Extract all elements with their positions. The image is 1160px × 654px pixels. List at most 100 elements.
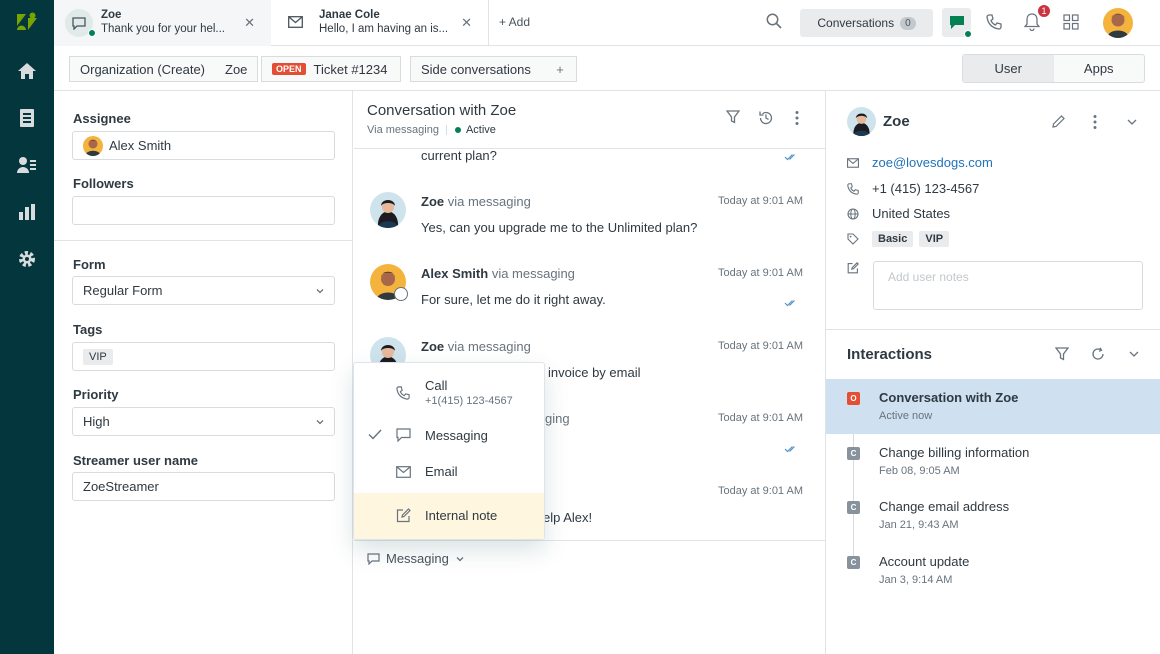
app-nav <box>0 0 54 654</box>
message-time: Today at 9:01 AM <box>718 412 803 424</box>
menu-item-sublabel: +1(415) 123-4567 <box>425 395 513 407</box>
conversations-count: 0 <box>900 16 916 30</box>
panel-toggle: User Apps <box>962 54 1145 83</box>
refresh-icon[interactable] <box>1091 347 1105 361</box>
breadcrumb-ticket[interactable]: OPEN Ticket #1234 <box>261 56 401 82</box>
breadcrumb-organization[interactable]: Organization (Create) <box>69 56 216 82</box>
user-notes-input[interactable]: Add user notes <box>873 261 1143 310</box>
agent-avatar[interactable] <box>1103 8 1133 38</box>
assignee-value: Alex Smith <box>109 138 172 153</box>
form-value: Regular Form <box>83 283 163 298</box>
conversation-title: Conversation with Zoe <box>367 102 517 119</box>
divider <box>54 240 353 241</box>
side-conversations-button[interactable]: Side conversations <box>410 56 545 82</box>
chevron-down-icon <box>315 286 325 296</box>
tag-vip[interactable]: VIP <box>919 231 950 247</box>
user-tags-row: Basic VIP <box>846 231 950 247</box>
active-dot <box>454 127 461 133</box>
interaction-item[interactable]: C Change billing information Feb 08, 9:0… <box>826 434 1160 489</box>
channel-switcher[interactable]: Messaging <box>367 551 465 566</box>
note-edit-icon <box>847 262 859 274</box>
conversations-button[interactable]: Conversations 0 <box>800 9 933 37</box>
mail-icon <box>396 466 411 478</box>
interaction-item[interactable]: C Account update Jan 3, 9:14 AM <box>826 543 1160 598</box>
message-text-truncated: current plan? <box>421 148 497 163</box>
composer-divider <box>354 540 825 541</box>
conversation-status: Active <box>465 124 496 136</box>
home-icon[interactable] <box>15 59 39 83</box>
followers-field[interactable] <box>72 196 335 225</box>
tag-vip[interactable]: VIP <box>83 348 113 365</box>
filter-icon[interactable] <box>1055 347 1069 361</box>
close-tab-icon[interactable]: ✕ <box>244 15 255 31</box>
menu-item-email[interactable]: Email <box>354 456 544 488</box>
message-icon <box>396 428 411 442</box>
chevron-down-icon[interactable] <box>1126 117 1138 127</box>
menu-item-messaging[interactable]: Messaging <box>354 419 544 451</box>
channel-menu: Call +1(415) 123-4567 Messaging Email In… <box>353 362 545 540</box>
avatar <box>847 107 876 136</box>
message-author: Zoe via messaging <box>421 339 531 354</box>
menu-item-internal-note[interactable]: Internal note <box>354 493 544 539</box>
user-phone: +1 (415) 123-4567 <box>872 181 980 196</box>
user-phone-row: +1 (415) 123-4567 <box>846 181 979 196</box>
form-select[interactable]: Regular Form <box>72 276 335 305</box>
views-icon[interactable] <box>15 106 39 130</box>
read-receipt-icon <box>784 153 798 161</box>
filter-icon[interactable] <box>726 110 740 124</box>
apps-grid-icon[interactable] <box>1063 14 1079 30</box>
notification-badge: 1 <box>1037 4 1051 18</box>
phone-icon[interactable] <box>986 14 1002 30</box>
customers-icon[interactable] <box>15 153 39 177</box>
breadcrumb: Organization (Create) Zoe OPEN Ticket #1… <box>54 46 1160 91</box>
breadcrumb-user[interactable]: Zoe <box>215 56 258 82</box>
interaction-item[interactable]: O Conversation with Zoe Active now <box>826 379 1160 434</box>
interaction-title: Conversation with Zoe <box>879 390 1019 405</box>
tab-title: Zoe <box>101 9 122 21</box>
more-options-icon[interactable] <box>1093 114 1097 130</box>
add-side-conversation-button[interactable]: + <box>544 56 577 82</box>
mail-icon <box>288 16 303 28</box>
priority-label: Priority <box>73 387 119 402</box>
tab-janae-cole[interactable]: Janae Cole Hello, I am having an is... ✕ <box>272 0 489 46</box>
admin-icon[interactable] <box>15 247 39 271</box>
agent-badge-icon <box>394 287 408 301</box>
tab-zoe[interactable]: Zoe Thank you for your hel... ✕ <box>54 0 271 46</box>
tag-icon <box>846 233 860 245</box>
tab-user[interactable]: User <box>963 55 1054 82</box>
message-author: Alex Smith via messaging <box>421 266 575 281</box>
interactions-title: Interactions <box>847 346 933 363</box>
priority-select[interactable]: High <box>72 407 335 436</box>
menu-item-call[interactable]: Call +1(415) 123-4567 <box>354 363 544 412</box>
assignee-label: Assignee <box>73 111 131 126</box>
zendesk-logo-icon[interactable] <box>15 12 39 32</box>
message-author: ging <box>545 411 570 426</box>
messaging-status-icon[interactable] <box>942 8 972 38</box>
read-receipt-icon <box>784 299 798 307</box>
message-time: Today at 9:01 AM <box>718 340 803 352</box>
more-options-icon[interactable] <box>795 110 799 126</box>
add-tab-button[interactable]: + Add <box>499 15 530 29</box>
user-email-link[interactable]: zoe@lovesdogs.com <box>872 155 993 170</box>
history-icon[interactable] <box>758 110 774 126</box>
assignee-field[interactable]: Alex Smith <box>72 131 335 160</box>
menu-item-label: Internal note <box>425 508 498 523</box>
edit-pencil-icon[interactable] <box>1051 114 1066 129</box>
streamer-label: Streamer user name <box>73 453 199 468</box>
search-icon[interactable] <box>766 13 782 29</box>
reporting-icon[interactable] <box>15 200 39 224</box>
chevron-down-icon[interactable] <box>1128 349 1140 359</box>
notifications-icon[interactable] <box>1024 13 1040 31</box>
form-label: Form <box>73 257 106 272</box>
chevron-down-icon <box>455 554 465 564</box>
avatar <box>370 192 406 228</box>
interaction-item[interactable]: C Change email address Jan 21, 9:43 AM <box>826 488 1160 543</box>
tab-apps[interactable]: Apps <box>1054 55 1145 82</box>
interaction-title: Change billing information <box>879 445 1030 460</box>
streamer-input[interactable]: ZoeStreamer <box>72 472 335 501</box>
tag-basic[interactable]: Basic <box>872 231 914 247</box>
tags-field[interactable]: VIP <box>72 342 335 371</box>
conversation-header: Conversation with Zoe Via messaging Acti… <box>354 91 825 149</box>
message-text: For sure, let me do it right away. <box>421 292 606 307</box>
close-tab-icon[interactable]: ✕ <box>461 15 472 31</box>
